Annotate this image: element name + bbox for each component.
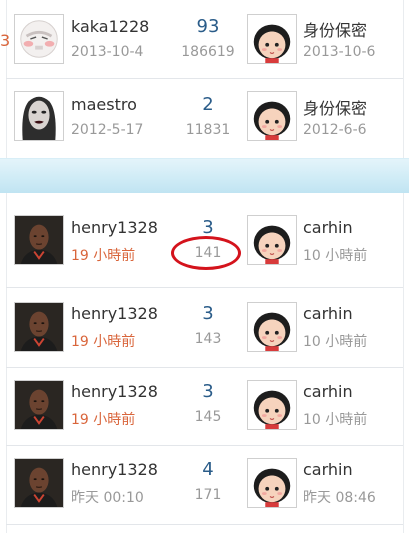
last-post-date[interactable]: 2012-6-6 (303, 122, 367, 138)
man-portrait-avatar[interactable] (14, 458, 64, 508)
thread-author-link[interactable]: henry1328 (71, 382, 158, 401)
thread-post-date: 19 小時前 (71, 248, 136, 264)
thread-row: kaka1228 2013-10-4 93 186619 身份保密 2013-1… (0, 0, 409, 76)
view-count: 186619 (181, 44, 235, 60)
last-post-date[interactable]: 2013-10-6 (303, 44, 375, 60)
reply-count[interactable]: 3 (160, 303, 256, 324)
reply-count[interactable]: 93 (160, 16, 256, 37)
last-poster-link[interactable]: carhin (303, 304, 353, 323)
view-count: 143 (194, 331, 222, 347)
thread-post-date: 昨天 00:10 (71, 490, 144, 506)
view-count: 11831 (185, 122, 231, 138)
thread-list-separator-band (0, 158, 409, 193)
last-poster-link[interactable]: 身份保密 (303, 17, 367, 41)
default-girl-avatar-icon[interactable] (247, 91, 297, 141)
default-girl-avatar-icon[interactable] (247, 302, 297, 352)
thread-post-date: 2013-10-4 (71, 44, 144, 60)
cartoon-face-icon[interactable] (14, 14, 64, 64)
last-post-date[interactable]: 10 小時前 (303, 331, 367, 351)
last-poster-link[interactable]: carhin (303, 218, 353, 237)
last-post-date[interactable]: 10 小時前 (303, 409, 367, 429)
thread-row: henry1328 19 小時前 3 143 carhin 10 小時前 (0, 290, 409, 366)
thread-author-link[interactable]: henry1328 (71, 218, 158, 237)
thread-row: henry1328 19 小時前 3 145 carhin 10 小時前 (0, 368, 409, 444)
thread-post-date: 2012-5-17 (71, 122, 144, 138)
row-divider (6, 524, 403, 525)
thread-author-link[interactable]: kaka1228 (71, 17, 149, 36)
reply-count[interactable]: 4 (160, 459, 256, 480)
view-count: 145 (194, 409, 222, 425)
last-post-date[interactable]: 昨天 08:46 (303, 487, 376, 507)
man-portrait-avatar[interactable] (14, 302, 64, 352)
thread-post-date: 19 小時前 (71, 334, 136, 350)
reply-count[interactable]: 2 (160, 94, 256, 115)
default-girl-avatar-icon[interactable] (247, 380, 297, 430)
last-poster-link[interactable]: carhin (303, 460, 353, 479)
annotation-ellipse (171, 236, 241, 270)
last-poster-link[interactable]: 身份保密 (303, 95, 367, 119)
thread-row: maestro 2012-5-17 2 11831 身份保密 2012-6-6 (0, 79, 409, 155)
last-post-date[interactable]: 10 小時前 (303, 245, 367, 265)
row-divider (6, 287, 403, 288)
thread-row: henry1328 昨天 00:10 4 171 carhin 昨天 08:46 (0, 446, 409, 522)
reply-count[interactable]: 3 (160, 381, 256, 402)
man-portrait-avatar[interactable] (14, 215, 64, 265)
thread-author-link[interactable]: maestro (71, 95, 137, 114)
thread-author-link[interactable]: henry1328 (71, 304, 158, 323)
default-girl-avatar-icon[interactable] (247, 458, 297, 508)
man-portrait-avatar[interactable] (14, 380, 64, 430)
default-girl-avatar-icon[interactable] (247, 215, 297, 265)
thread-post-date: 19 小時前 (71, 412, 136, 428)
reply-count[interactable]: 3 (160, 217, 256, 238)
view-count: 171 (194, 487, 222, 503)
woman-portrait-avatar[interactable] (14, 91, 64, 141)
thread-author-link[interactable]: henry1328 (71, 460, 158, 479)
last-poster-link[interactable]: carhin (303, 382, 353, 401)
default-girl-avatar-icon[interactable] (247, 14, 297, 64)
